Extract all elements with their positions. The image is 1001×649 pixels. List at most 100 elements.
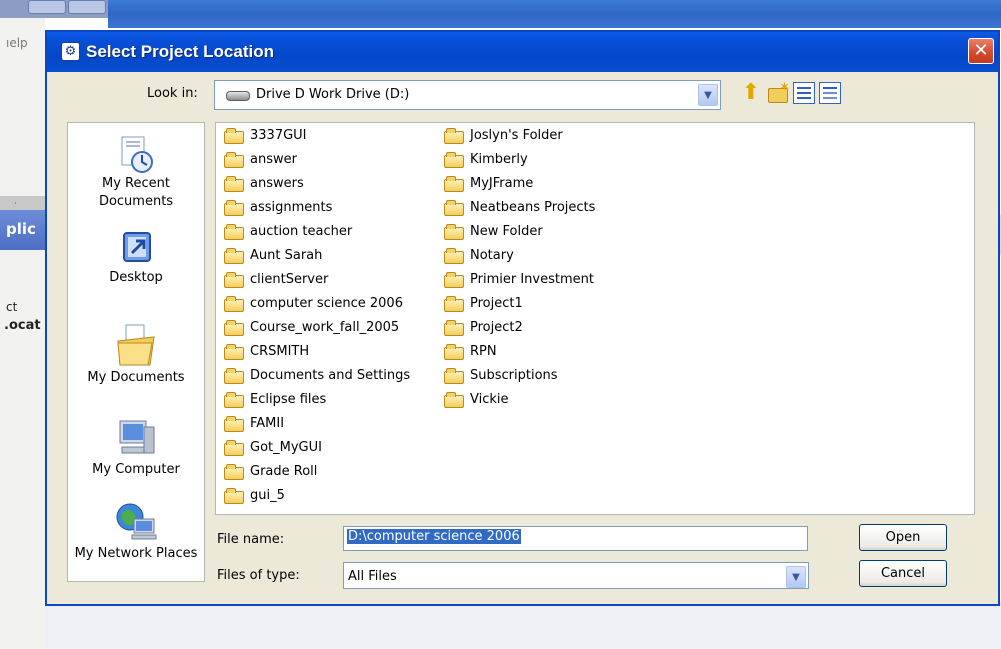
background-panel-header: plic (0, 210, 45, 250)
chevron-down-icon[interactable]: ▼ (698, 84, 718, 106)
folder-icon (444, 200, 464, 216)
look-in-label: Look in: (147, 86, 198, 101)
folder-icon (444, 296, 464, 312)
folder-icon (224, 488, 244, 504)
background-titlebar (108, 0, 1001, 28)
folder-name: CRSMITH (250, 344, 310, 359)
file-list[interactable]: 3337GUI answer answers assignments aucti… (215, 122, 975, 515)
folder-name: Project1 (470, 296, 523, 311)
background-bottom-area (45, 602, 1001, 649)
folder-name: Grade Roll (250, 464, 318, 479)
open-button[interactable]: Open (859, 524, 947, 551)
folder-name: FAMII (250, 416, 285, 431)
folder-icon (444, 224, 464, 240)
place-my-computer[interactable]: My Computer (68, 417, 204, 479)
place-my-documents[interactable]: My Documents (68, 321, 204, 387)
folder-name: auction teacher (250, 224, 353, 239)
look-in-value: Drive D Work Drive (D:) (256, 87, 410, 102)
my-computer-icon (114, 417, 158, 461)
folder-icon (224, 200, 244, 216)
folder-name: Vickie (470, 392, 509, 407)
folder-icon (224, 392, 244, 408)
folder-name: computer science 2006 (250, 296, 403, 311)
folder-name: Subscriptions (470, 368, 558, 383)
file-name-label: File name: (217, 532, 285, 547)
background-label-bold: .ocat (4, 318, 41, 333)
background-scroll-glyph: · (14, 199, 17, 209)
sparkle-shape: ✶ (779, 80, 790, 95)
folder-name: Eclipse files (250, 392, 327, 407)
folder-icon (444, 128, 464, 144)
folder-icon (224, 176, 244, 192)
folder-icon (224, 440, 244, 456)
chevron-down-icon[interactable]: ▼ (786, 566, 806, 588)
recent-documents-icon (114, 135, 158, 175)
folder-icon (444, 152, 464, 168)
file-name-input[interactable]: D:\computer science 2006 (343, 526, 808, 551)
folder-name: answer (250, 152, 297, 167)
file-name-value: D:\computer science 2006 (347, 529, 521, 544)
place-recent-documents[interactable]: My Recent Documents (68, 135, 204, 211)
place-label: My Documents (87, 370, 185, 385)
cancel-button[interactable]: Cancel (859, 560, 947, 587)
folder-name: Documents and Settings (250, 368, 411, 383)
folder-name: gui_5 (250, 488, 285, 503)
place-label: Desktop (109, 270, 163, 285)
folder-icon (444, 248, 464, 264)
place-network[interactable]: My Network Places (68, 501, 204, 563)
folder-icon (444, 344, 464, 360)
folder-name: assignments (250, 200, 333, 215)
folder-name: clientServer (250, 272, 329, 287)
java-app-icon: ⚙ (61, 42, 80, 61)
files-of-type-value: All Files (348, 569, 397, 584)
my-documents-icon (114, 321, 158, 369)
drive-icon (226, 91, 250, 101)
dialog-titlebar[interactable]: ⚙ Select Project Location ✕ (47, 32, 998, 72)
up-one-level-icon[interactable]: ⬆ (740, 82, 762, 104)
folder-name: New Folder (470, 224, 543, 239)
background-menu-help[interactable]: ıelp (6, 36, 28, 50)
look-in-dropdown[interactable]: Drive D Work Drive (D:) ▼ (214, 80, 721, 110)
folder-icon (224, 416, 244, 432)
folder-icon (224, 344, 244, 360)
place-label: My Network Places (74, 546, 198, 561)
background-scrollbar (0, 196, 45, 210)
folder-name: Joslyn's Folder (470, 128, 563, 143)
folder-icon (224, 296, 244, 312)
folder-icon (444, 320, 464, 336)
folder-name: MyJFrame (470, 176, 534, 191)
folder-icon (224, 272, 244, 288)
places-bar: My Recent Documents Desktop My Documents… (67, 122, 205, 582)
list-view-icon[interactable] (793, 82, 815, 104)
place-desktop[interactable]: Desktop (68, 229, 204, 287)
folder-name: Got_MyGUI (250, 440, 322, 455)
folder-icon (444, 368, 464, 384)
folder-icon (224, 320, 244, 336)
folder-name: 3337GUI (250, 128, 307, 143)
details-view-icon[interactable] (819, 82, 841, 104)
folder-name: Notary (470, 248, 514, 263)
files-of-type-label: Files of type: (217, 568, 300, 583)
background-label: ct (6, 300, 18, 314)
network-places-icon (114, 501, 158, 545)
background-window-button (28, 0, 66, 14)
desktop-icon (114, 229, 158, 269)
folder-icon (224, 248, 244, 264)
place-label: My Computer (92, 462, 180, 477)
folder-icon (444, 392, 464, 408)
folder-name: Project2 (470, 320, 523, 335)
folder-name: Neatbeans Projects (470, 200, 596, 215)
folder-icon (224, 368, 244, 384)
place-label: My Recent Documents (98, 176, 174, 209)
folder-icon (444, 176, 464, 192)
folder-name: Course_work_fall_2005 (250, 320, 400, 335)
files-of-type-dropdown[interactable]: All Files ▼ (343, 562, 809, 589)
select-project-location-dialog: ⚙ Select Project Location ✕ Look in: Dri… (45, 30, 1000, 606)
create-new-folder-icon[interactable]: ✶ (766, 80, 790, 104)
folder-name: answers (250, 176, 304, 191)
folder-name: Primier Investment (470, 272, 594, 287)
folder-name: Kimberly (470, 152, 528, 167)
folder-icon (224, 464, 244, 480)
folder-icon (224, 224, 244, 240)
close-button[interactable]: ✕ (968, 38, 994, 64)
